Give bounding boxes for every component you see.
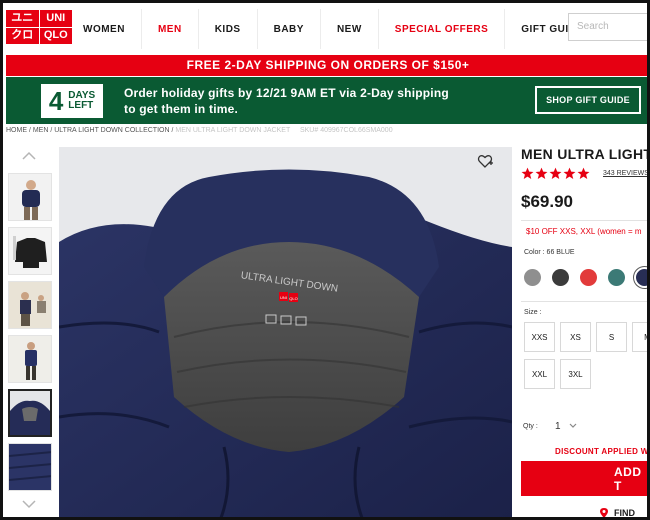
product-thumbnail[interactable] [8,173,52,221]
discount-applied-label: DISCOUNT APPLIED W [555,447,649,456]
color-swatches [524,269,647,286]
breadcrumb-current: MEN ULTRA LIGHT DOWN JACKET [175,127,291,134]
size-label: Size : [524,309,542,316]
add-to-cart-button[interactable]: ADD T [521,461,647,496]
chevron-up-icon[interactable] [20,150,38,162]
star-icon [563,167,576,179]
divider [521,220,647,221]
size-option-3xl[interactable]: 3XL [560,359,591,389]
size-option-m[interactable]: M [632,322,647,352]
nav-item-special-offers[interactable]: SPECIAL OFFERS [379,9,506,49]
nav-item-men[interactable]: MEN [142,9,199,49]
days-left-label: DAYS LEFT [68,89,96,112]
quantity-label: Qty : [523,423,538,430]
size-option-xs[interactable]: XS [560,322,591,352]
banner-message: Order holiday gifts by 12/21 9AM ET via … [124,85,524,117]
divider [521,301,647,302]
product-thumbnail[interactable] [8,281,52,329]
site-header: ユニ UNI クロ QLO WOMEN MEN KIDS BABY NEW SP… [3,3,647,55]
collar-tag-logo-text: QLO [289,296,297,301]
product-thumbnail[interactable] [8,335,52,383]
banner-message-line: to get them in time. [124,102,239,116]
shop-gift-guide-button[interactable]: SHOP GIFT GUIDE [535,86,641,114]
color-swatch-red[interactable] [580,269,597,286]
star-icon [521,167,534,179]
search-input[interactable]: Search [568,13,647,41]
main-nav: WOMEN MEN KIDS BABY NEW SPECIAL OFFERS G… [67,3,600,55]
logo-cell: クロ [6,27,39,44]
heart-plus-icon[interactable] [477,153,493,169]
nav-item-kids[interactable]: KIDS [199,9,258,49]
left-label: LEFT [68,100,94,111]
holiday-banner: 4 DAYS LEFT Order holiday gifts by 12/21… [6,77,647,124]
star-icon [535,167,548,179]
product-title: MEN ULTRA LIGHT [521,146,650,162]
chevron-down-icon[interactable] [20,498,38,510]
logo-cell: ユニ [6,10,39,27]
location-pin-icon [600,508,608,517]
breadcrumb: HOME / MEN / ULTRA LIGHT DOWN COLLECTION… [6,127,506,141]
banner-message-line: Order holiday gifts by 12/21 9AM ET via … [124,86,449,100]
color-swatch-black[interactable] [552,269,569,286]
find-link-label: FIND [614,508,635,518]
color-swatch-green[interactable] [608,269,625,286]
days-left-badge: 4 DAYS LEFT [41,84,103,118]
quantity-select[interactable]: 1 [555,418,591,434]
page-frame: ユニ UNI クロ QLO WOMEN MEN KIDS BABY NEW SP… [0,0,650,520]
product-thumbnail[interactable] [8,227,52,275]
collar-tag-logo-text: UNI [280,295,287,300]
uniqlo-logo[interactable]: ユニ UNI クロ QLO [6,10,72,44]
thumbnail-strip [6,146,54,517]
days-left-number: 4 [48,86,64,116]
star-icon [549,167,562,179]
size-option-xxs[interactable]: XXS [524,322,555,352]
quantity-value: 1 [555,420,561,432]
size-option-s[interactable]: S [596,322,627,352]
product-main-image[interactable]: ULTRA LIGHT DOWN UNI QLO [59,147,512,517]
nav-item-new[interactable]: NEW [321,9,379,49]
product-price: $69.90 [521,192,573,211]
days-label: DAYS [68,89,96,101]
breadcrumb-item[interactable]: HOME [6,127,27,134]
product-sku: SKU# 409967COL66SMA000 [299,127,393,134]
color-swatch-gray[interactable] [524,269,541,286]
color-label: Color : 66 BLUE [524,249,575,256]
star-icon [577,167,590,179]
reviews-link[interactable]: 343 REVIEWS [603,170,647,177]
breadcrumb-item[interactable]: MEN [33,127,49,134]
color-swatch-blue[interactable] [636,269,647,286]
breadcrumb-item[interactable]: ULTRA LIGHT DOWN COLLECTION [54,127,169,134]
discount-message: $10 OFF XXS, XXL (women = m [526,227,642,236]
product-thumbnail-active[interactable] [8,389,52,437]
shipping-promo-bar[interactable]: FREE 2-DAY SHIPPING ON ORDERS OF $150+ [6,55,647,76]
chevron-down-icon [569,423,576,428]
nav-item-women[interactable]: WOMEN [67,9,142,49]
find-in-store-link[interactable]: FIND [599,507,635,518]
size-option-xxl[interactable]: XXL [524,359,555,389]
star-rating [521,167,590,180]
product-info-panel: MEN ULTRA LIGHT 343 REVIEWS $69.90 $10 O… [521,143,650,518]
nav-item-baby[interactable]: BABY [258,9,321,49]
product-thumbnail[interactable] [8,443,52,491]
